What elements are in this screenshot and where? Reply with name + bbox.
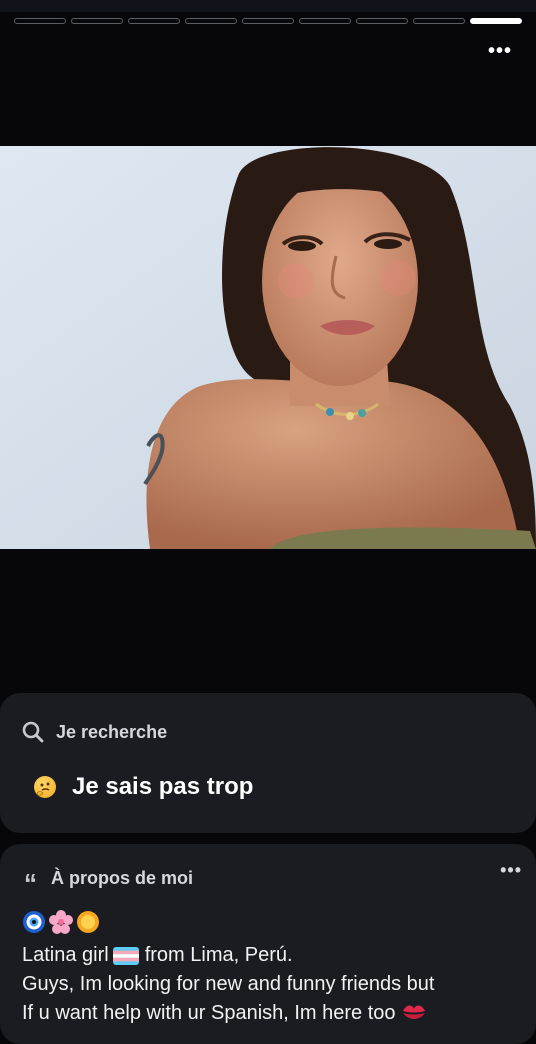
about-more-button[interactable]: ••• [500,860,522,881]
more-options-button[interactable]: ••• [488,40,512,63]
quote-icon: “ [24,867,37,898]
looking-for-answer: Je sais pas trop [34,773,253,801]
looking-for-card: Je recherche Je sais pas trop [0,693,536,833]
progress-segment [128,18,180,24]
transgender-flag-icon [112,947,139,965]
looking-for-answer-text: Je sais pas trop [72,773,254,800]
bio-line: Guys, Im looking for new and funny frien… [22,973,435,995]
thinking-face-icon [34,776,56,798]
about-me-card: “ À propos de moi ••• Latina girl from L… [0,844,536,1044]
cherry-blossom-icon [49,910,73,934]
progress-segment [356,18,408,24]
progress-segment [185,18,237,24]
about-me-label: À propos de moi [51,868,194,888]
progress-segment [14,18,66,24]
progress-segment [242,18,294,24]
profile-photo-image [0,146,536,549]
looking-for-label: Je recherche [56,721,168,742]
looking-for-header: Je recherche [22,721,167,743]
status-bar [0,0,536,12]
bio-line: Latina girl from Lima, Perú. [22,944,293,966]
search-icon [22,721,44,743]
story-progress [14,18,522,24]
bio-emoji-row [22,910,100,934]
sun-icon [76,910,100,934]
progress-segment-active [470,18,522,24]
bio-text: Latina girl from Lima, Perú. Guys, Im lo… [22,941,532,1028]
progress-segment [299,18,351,24]
about-me-header: “ À propos de moi [24,867,194,898]
progress-segment [413,18,465,24]
profile-photo[interactable] [0,146,536,549]
progress-segment [71,18,123,24]
nazar-amulet-icon [22,910,46,934]
kiss-mark-icon [403,1005,426,1019]
